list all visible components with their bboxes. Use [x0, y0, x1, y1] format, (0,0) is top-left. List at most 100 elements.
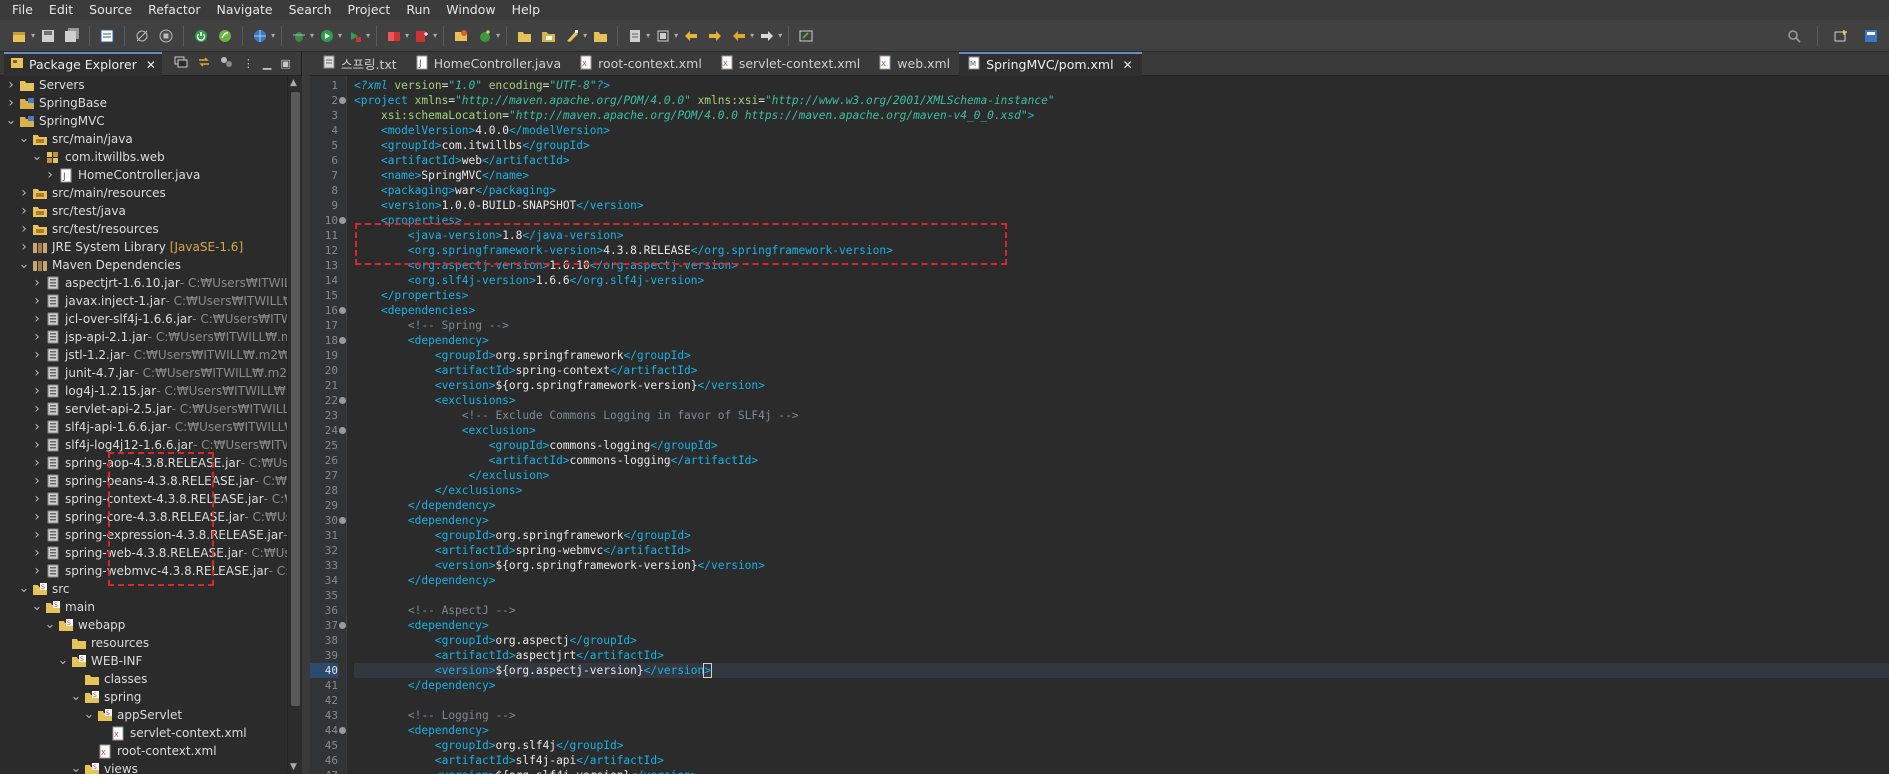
tree-item[interactable]: resources: [0, 634, 287, 652]
menu-file[interactable]: File: [4, 0, 41, 20]
chevron-right-icon[interactable]: ›: [30, 292, 44, 310]
chevron-down-icon[interactable]: ⌄: [17, 258, 31, 271]
whitespace-dropdown-icon[interactable]: ▾: [674, 31, 678, 40]
tree-item[interactable]: › junit-4.7.jar - C:₩Users₩ITWILL₩.m2₩re: [0, 364, 287, 382]
tree-item[interactable]: ⌄ SappServlet: [0, 706, 287, 724]
package-explorer-tab[interactable]: Package Explorer ✕: [4, 51, 162, 76]
editor-tab[interactable]: Xroot-context.xml: [570, 52, 711, 76]
new-icon[interactable]: [10, 26, 30, 46]
browser-dropdown-icon[interactable]: ▾: [271, 31, 275, 40]
tree-item[interactable]: ⌄ com.itwillbs.web: [0, 148, 287, 166]
menu-navigate[interactable]: Navigate: [209, 0, 281, 20]
java-ee-perspective-icon[interactable]: [1861, 26, 1881, 46]
tree-item[interactable]: › aspectjrt-1.6.10.jar - C:₩Users₩ITWILL₩…: [0, 274, 287, 292]
chevron-down-icon[interactable]: ⌄: [17, 582, 31, 595]
run-icon[interactable]: [317, 26, 337, 46]
chevron-down-icon[interactable]: ⌄: [56, 654, 70, 667]
chevron-down-icon[interactable]: ⌄: [82, 708, 96, 721]
fold-toggle-icon[interactable]: [339, 727, 346, 734]
tree-item[interactable]: › src/test/java: [0, 202, 287, 220]
annotation-dropdown-icon[interactable]: ▾: [646, 31, 650, 40]
chevron-right-icon[interactable]: ›: [30, 490, 44, 508]
collapse-all-icon[interactable]: [174, 56, 188, 71]
tree-item[interactable]: ›spring-expression-4.3.8.RELEASE.jar - C…: [0, 526, 287, 544]
terminate-icon[interactable]: [156, 26, 176, 46]
debug-icon[interactable]: [289, 26, 309, 46]
tree-item[interactable]: › spring-webmvc-4.3.8.RELEASE.jar - C:₩: [0, 562, 287, 580]
tree-item[interactable]: › spring-web-4.3.8.RELEASE.jar - C:₩Users: [0, 544, 287, 562]
tree-item[interactable]: › jstl-1.2.jar - C:₩Users₩ITWILL₩.m2₩repo: [0, 346, 287, 364]
new-server-icon[interactable]: [412, 26, 432, 46]
fold-toggle-icon[interactable]: [339, 337, 346, 344]
spring-boot-dashboard-icon[interactable]: [215, 26, 235, 46]
chevron-right-icon[interactable]: ›: [30, 544, 44, 562]
new-java-project-icon[interactable]: [451, 26, 471, 46]
chevron-right-icon[interactable]: ›: [43, 166, 57, 184]
show-whitespace-icon[interactable]: [653, 26, 673, 46]
chevron-down-icon[interactable]: ⌄: [30, 150, 44, 163]
tree-item[interactable]: › spring-core-4.3.8.RELEASE.jar - C:₩User: [0, 508, 287, 526]
fold-toggle-icon[interactable]: [339, 427, 346, 434]
chevron-right-icon[interactable]: ›: [30, 436, 44, 454]
debug-dropdown-icon[interactable]: ▾: [310, 31, 314, 40]
pin-editor-icon[interactable]: [796, 26, 816, 46]
chevron-right-icon[interactable]: ›: [30, 526, 44, 544]
editor-tab[interactable]: Xservlet-context.xml: [711, 52, 869, 76]
tree-item[interactable]: › SpringBase: [0, 94, 287, 112]
open-type-icon[interactable]: [514, 26, 534, 46]
tree-item[interactable]: › slf4j-log4j12-1.6.6.jar - C:₩Users₩ITWI…: [0, 436, 287, 454]
chevron-right-icon[interactable]: ›: [30, 418, 44, 436]
chevron-right-icon[interactable]: ›: [4, 94, 18, 112]
chevron-down-icon[interactable]: ⌄: [4, 114, 18, 127]
chevron-right-icon[interactable]: ›: [30, 274, 44, 292]
skip-breakpoints-icon[interactable]: [132, 26, 152, 46]
editor-tab[interactable]: Xweb.xml: [869, 52, 959, 76]
chevron-right-icon[interactable]: ›: [17, 220, 31, 238]
tree-item[interactable]: › spring-aop-4.3.8.RELEASE.jar - C:₩Users…: [0, 454, 287, 472]
editor-tab[interactable]: J HomeController.java: [406, 52, 570, 76]
web-browser-icon[interactable]: [250, 26, 270, 46]
close-icon[interactable]: ✕: [146, 58, 156, 72]
tree-item[interactable]: ⌄ src/main/java: [0, 130, 287, 148]
chevron-right-icon[interactable]: ›: [17, 202, 31, 220]
tree-item[interactable]: › spring-context-4.3.8.RELEASE.jar - C:₩U: [0, 490, 287, 508]
fold-toggle-icon[interactable]: [339, 622, 346, 629]
fold-toggle-icon[interactable]: [339, 307, 346, 314]
save-all-icon[interactable]: [62, 26, 82, 46]
search-dropdown-icon[interactable]: ▾: [583, 31, 587, 40]
menu-project[interactable]: Project: [340, 0, 399, 20]
coverage-dropdown-icon[interactable]: ▾: [405, 31, 409, 40]
tree-item[interactable]: ⌄ Ssrc: [0, 580, 287, 598]
next-annotation-icon[interactable]: [705, 26, 725, 46]
tree-item[interactable]: › J HomeController.java: [0, 166, 287, 184]
tree-item[interactable]: › src/main/resources: [0, 184, 287, 202]
chevron-down-icon[interactable]: ⌄: [43, 618, 57, 631]
chevron-right-icon[interactable]: ›: [30, 310, 44, 328]
chevron-right-icon[interactable]: ›: [30, 382, 44, 400]
tree-item[interactable]: ⌄ Smain: [0, 598, 287, 616]
toggle-annotation-icon[interactable]: [625, 26, 645, 46]
chevron-down-icon[interactable]: ⌄: [30, 600, 44, 613]
tree-scrollbar[interactable]: ▲ ▼: [287, 76, 302, 774]
open-perspective-icon[interactable]: [1831, 26, 1851, 46]
run-dropdown-icon[interactable]: ▾: [338, 31, 342, 40]
menu-refactor[interactable]: Refactor: [140, 0, 208, 20]
new-java-class-icon[interactable]: [475, 26, 495, 46]
chevron-right-icon[interactable]: ›: [30, 400, 44, 418]
chevron-right-icon[interactable]: ›: [30, 364, 44, 382]
back-dropdown-icon[interactable]: ▾: [750, 31, 754, 40]
menu-window[interactable]: Window: [438, 0, 503, 20]
tree-item[interactable]: ⌄ Sspring: [0, 688, 287, 706]
new-server-dropdown-icon[interactable]: ▾: [433, 31, 437, 40]
fold-toggle-icon[interactable]: [339, 397, 346, 404]
tree-item[interactable]: classes: [0, 670, 287, 688]
close-icon[interactable]: ✕: [1123, 58, 1133, 72]
chevron-right-icon[interactable]: ›: [30, 454, 44, 472]
chevron-right-icon[interactable]: ›: [30, 508, 44, 526]
focus-on-task-icon[interactable]: [220, 56, 234, 71]
chevron-right-icon[interactable]: ›: [17, 238, 31, 256]
back-icon[interactable]: [729, 26, 749, 46]
tree-item[interactable]: › javax.inject-1.jar - C:₩Users₩ITWILL₩.m…: [0, 292, 287, 310]
chevron-right-icon[interactable]: ›: [30, 328, 44, 346]
chevron-right-icon[interactable]: ›: [30, 562, 44, 580]
